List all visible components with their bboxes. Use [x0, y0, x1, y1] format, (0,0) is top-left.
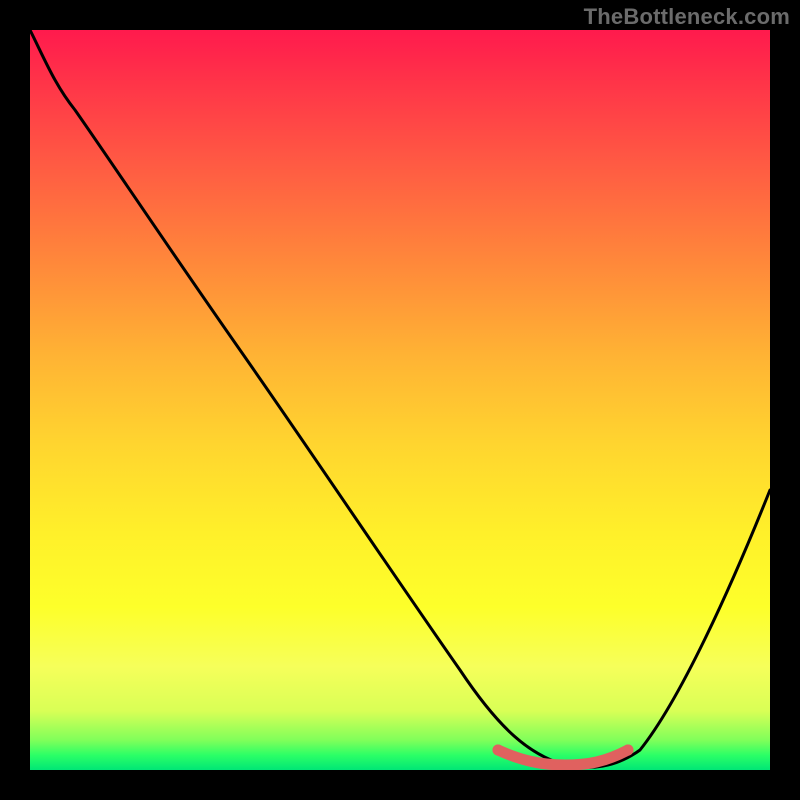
- line-chart-svg: [30, 30, 770, 770]
- optimal-range-highlight: [498, 750, 628, 765]
- highlight-end-dot-right: [623, 745, 634, 756]
- chart-frame: TheBottleneck.com: [0, 0, 800, 800]
- watermark-text: TheBottleneck.com: [584, 4, 790, 30]
- bottleneck-curve-path: [30, 30, 770, 767]
- plot-area: [30, 30, 770, 770]
- highlight-end-dot-left: [493, 745, 504, 756]
